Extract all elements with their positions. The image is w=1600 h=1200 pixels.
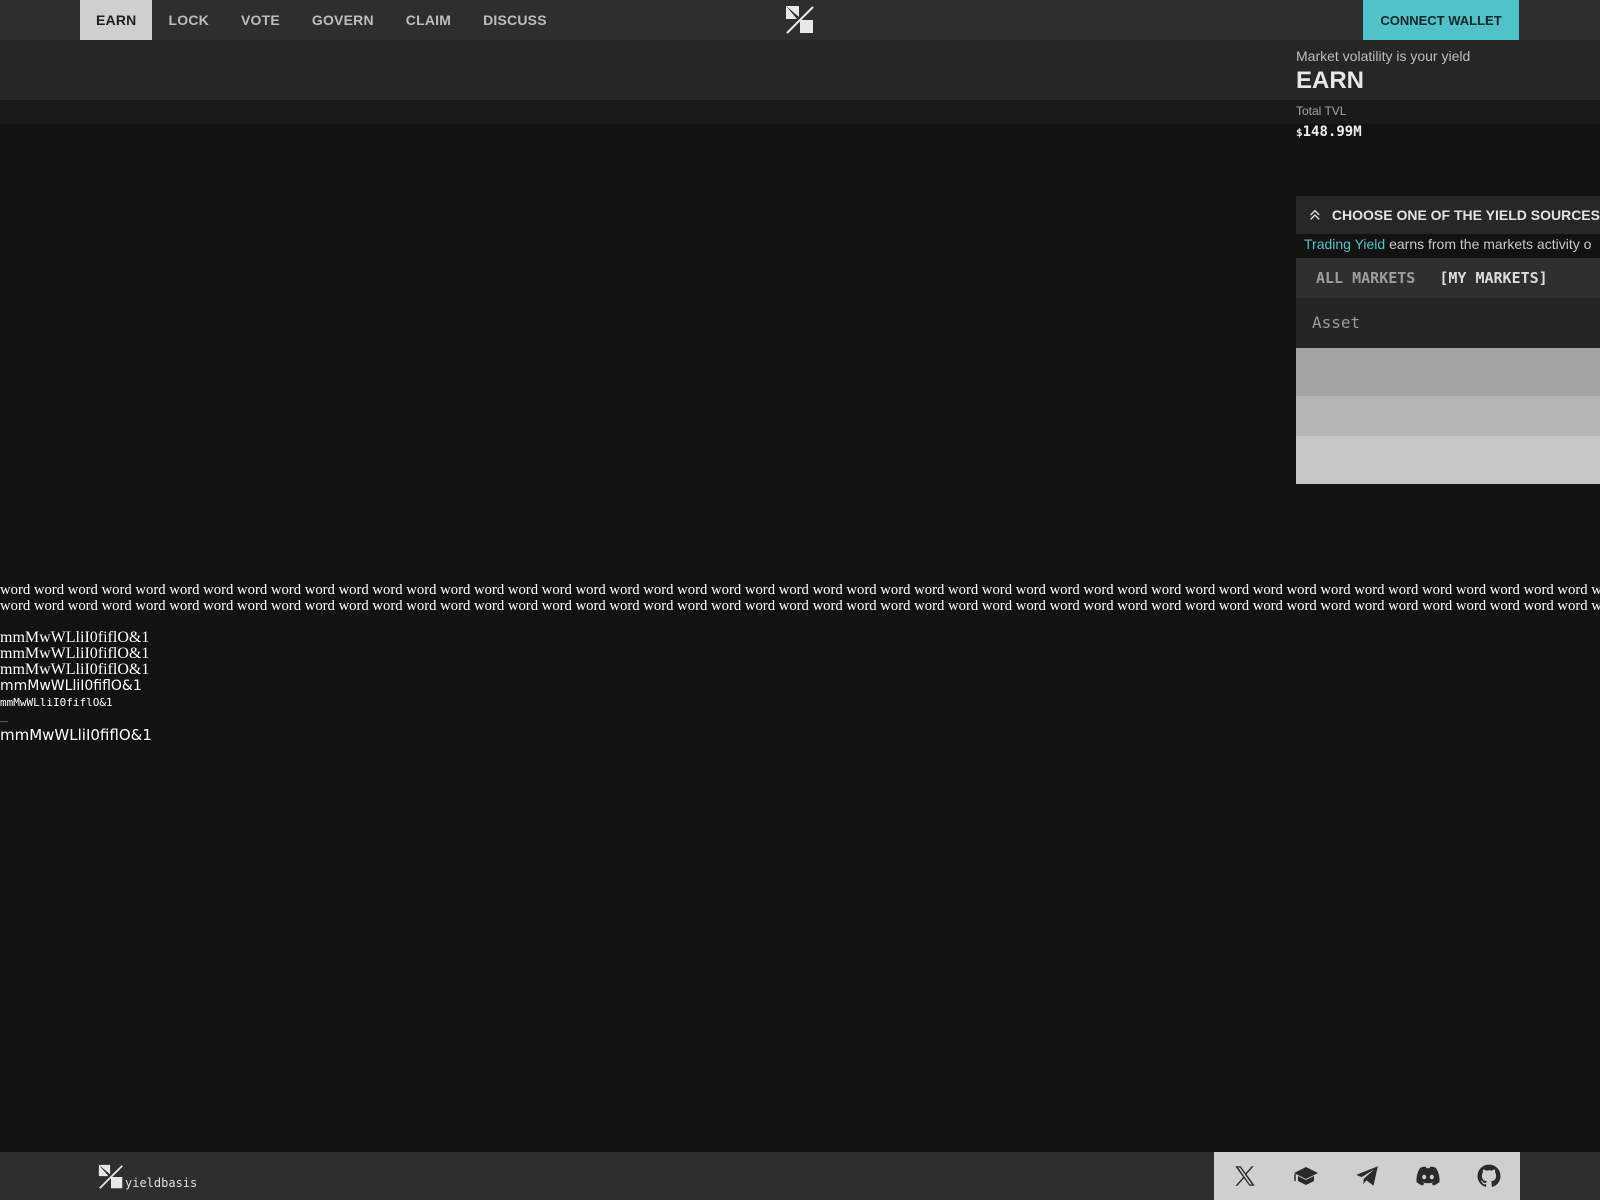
yield-sources-heading: CHOOSE ONE OF THE YIELD SOURCES — [1331, 207, 1600, 223]
trading-yield-link[interactable]: Trading Yield — [1304, 236, 1385, 252]
font-samples: mmMwWLliI0fiflO&1 mmMwWLliI0fiflO&1 mmMw… — [0, 629, 152, 745]
top-nav: EARN LOCK VOTE GOVERN CLAIM DISCUSS CONN… — [0, 0, 1600, 40]
telegram-icon[interactable] — [1352, 1161, 1382, 1191]
nav-tab-govern[interactable]: GOVERN — [296, 0, 390, 40]
yield-sources-header[interactable]: CHOOSE ONE OF THE YIELD SOURCES — [1296, 196, 1600, 234]
tab-my-markets[interactable]: [MY MARKETS] — [1427, 269, 1559, 287]
font-sample: mmMwWLliI0fiflO&1 — [0, 661, 150, 678]
logo-icon[interactable] — [785, 5, 815, 35]
chevron-up-icon[interactable] — [1308, 207, 1322, 223]
tvl-label: Total TVL — [1296, 104, 1347, 118]
logo-icon — [98, 1164, 123, 1189]
yield-description-text: earns from the markets activity o — [1385, 236, 1592, 252]
font-sample-dash: __ — [0, 713, 8, 722]
footer-brand[interactable]: yieldbasis — [98, 1162, 197, 1190]
nav-tab-claim[interactable]: CLAIM — [390, 0, 467, 40]
yield-description: Trading Yield earns from the markets act… — [1296, 234, 1600, 258]
tagline: Market volatility is your yield — [1296, 48, 1471, 64]
yield-sources-panel: CHOOSE ONE OF THE YIELD SOURCES Trading … — [1296, 196, 1600, 488]
tab-all-markets[interactable]: ALL MARKETS — [1296, 269, 1427, 287]
nav-tab-vote[interactable]: VOTE — [225, 0, 296, 40]
market-tabs: ALL MARKETS [MY MARKETS] — [1296, 258, 1600, 298]
x-icon[interactable] — [1230, 1161, 1260, 1191]
font-sample: mmMwWLliI0fiflO&1 — [0, 629, 150, 646]
font-test-words: word word word word word word word word … — [0, 582, 1600, 614]
font-sample: mmMwWLliI0fiflO&1 — [0, 678, 142, 694]
nav-tab-discuss[interactable]: DISCUSS — [467, 0, 563, 40]
nav-tabs: EARN LOCK VOTE GOVERN CLAIM DISCUSS — [80, 0, 563, 40]
nav-tab-lock[interactable]: LOCK — [152, 0, 224, 40]
discord-icon[interactable] — [1413, 1161, 1443, 1191]
loading-row — [1296, 348, 1600, 396]
brand-name: yieldbasis — [125, 1176, 198, 1190]
book-icon[interactable] — [1291, 1161, 1321, 1191]
earn-header: Market volatility is your yield EARN Tot… — [1296, 48, 1600, 142]
tvl-value: $148.99M — [1296, 123, 1600, 142]
social-links — [1214, 1152, 1520, 1200]
loading-row — [1296, 396, 1600, 436]
github-icon[interactable] — [1474, 1161, 1504, 1191]
font-sample: mmMwWLliI0fiflO&1 — [0, 645, 150, 662]
nav-tab-earn[interactable]: EARN — [80, 0, 153, 40]
font-sample: mmMwWLliI0fiflO&1 — [0, 696, 113, 709]
word-line: word word word word word word word word … — [0, 598, 1600, 614]
asset-column-header[interactable]: Asset — [1296, 298, 1600, 348]
tvl-currency: $ — [1296, 126, 1303, 139]
font-sample: mmMwWLliI0fiflO&1 — [0, 726, 152, 744]
loading-row — [1296, 436, 1600, 484]
connect-wallet-button[interactable]: CONNECT WALLET — [1363, 0, 1519, 40]
word-line: word word word word word word word word … — [0, 582, 1600, 598]
footer: yieldbasis — [0, 1152, 1600, 1200]
tvl-amount: 148.99M — [1302, 124, 1362, 140]
page-title: EARN — [1296, 67, 1365, 94]
